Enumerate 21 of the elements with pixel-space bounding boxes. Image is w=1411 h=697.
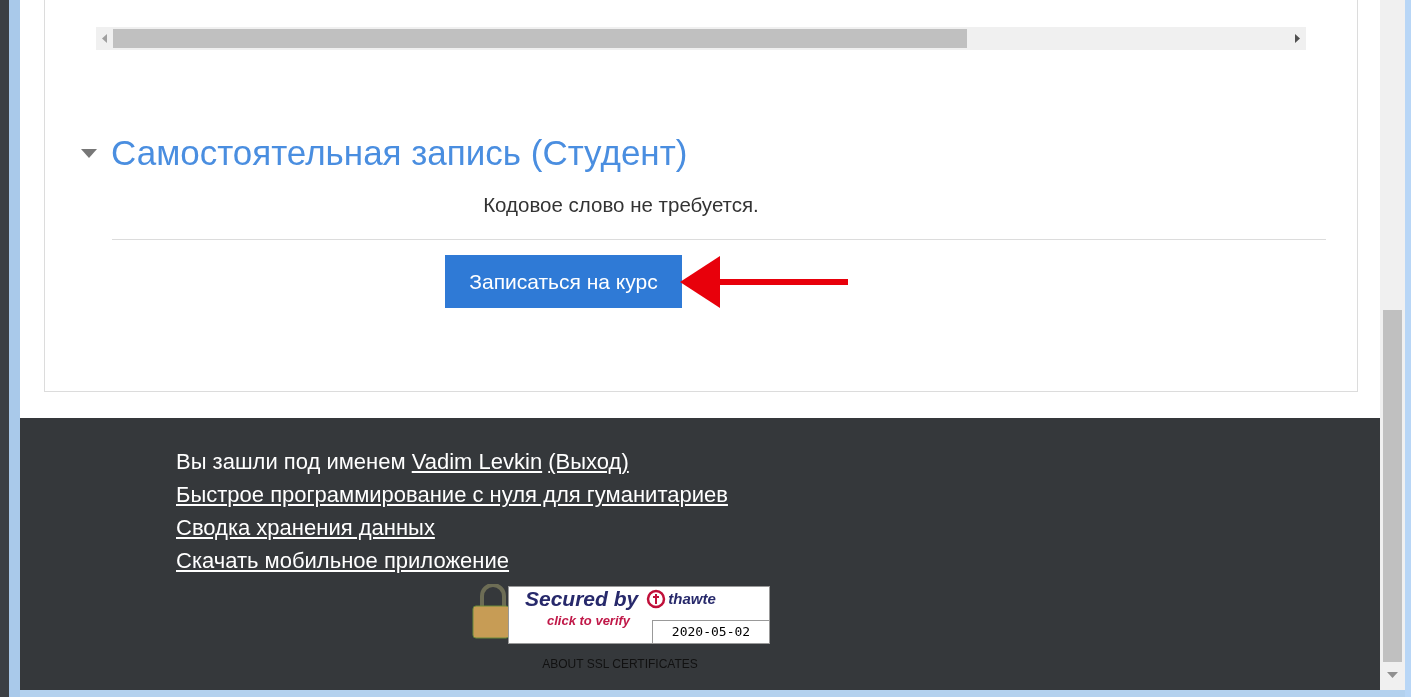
- right-arrow-icon[interactable]: [1295, 34, 1300, 43]
- secured-by-text: Secured by: [525, 588, 639, 610]
- horizontal-scrollbar[interactable]: [96, 27, 1306, 50]
- thawte-logo-icon: [646, 589, 667, 609]
- left-arrow-icon[interactable]: [102, 34, 107, 43]
- footer-link[interactable]: Скачать мобильное приложение: [176, 548, 510, 573]
- enrol-button[interactable]: Записаться на курс: [445, 255, 682, 308]
- scrollbar-thumb[interactable]: [1383, 310, 1402, 662]
- scrollbar-thumb[interactable]: [113, 29, 967, 48]
- verify-text: click to verify: [547, 613, 631, 628]
- caret-icon[interactable]: [81, 148, 97, 158]
- user-link[interactable]: Vadim Levkin: [411, 449, 543, 474]
- logout-link[interactable]: (Выход): [548, 449, 629, 474]
- brand-text: thawte: [668, 589, 716, 609]
- vertical-scrollbar[interactable]: [1380, 0, 1405, 690]
- footer-link[interactable]: Сводка хранения данных: [176, 515, 435, 540]
- message-text: Кодовое слово не требуется.: [483, 193, 759, 216]
- login-text: Вы зашли под именем Vadim Levkin (Выход): [176, 448, 630, 475]
- down-arrow-icon[interactable]: [1387, 672, 1398, 678]
- footer-link[interactable]: Быстрое программирование с нуля для гуманитариев: [176, 482, 728, 507]
- certificate-date: 2020-05-02: [652, 620, 770, 644]
